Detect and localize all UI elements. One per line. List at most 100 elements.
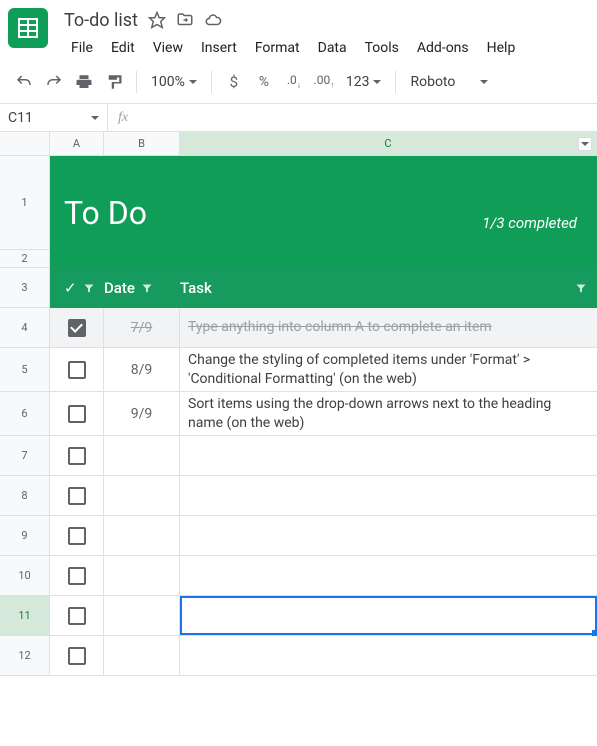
- decrease-decimal-button[interactable]: .0↓: [280, 68, 308, 96]
- date-header: Date: [104, 279, 135, 297]
- row-header-7[interactable]: 7: [0, 436, 50, 476]
- checkbox[interactable]: [68, 487, 86, 505]
- sheets-app-icon[interactable]: [8, 8, 48, 48]
- checkbox[interactable]: [68, 567, 86, 585]
- cell-check[interactable]: [50, 348, 104, 391]
- cell-date[interactable]: 8/9: [104, 348, 180, 391]
- filter-icon[interactable]: [83, 282, 95, 294]
- document-title[interactable]: To-do list: [64, 10, 138, 31]
- cell-check[interactable]: [50, 392, 104, 435]
- menu-add-ons[interactable]: Add-ons: [410, 36, 476, 60]
- cell-date[interactable]: [104, 556, 180, 595]
- cell-task[interactable]: [180, 436, 597, 475]
- row-header-5[interactable]: 5: [0, 348, 50, 392]
- format-currency-button[interactable]: $: [220, 68, 248, 96]
- checkbox[interactable]: [68, 319, 86, 337]
- row-header-1[interactable]: 1: [0, 156, 50, 250]
- checkbox[interactable]: [68, 447, 86, 465]
- cell-check[interactable]: [50, 556, 104, 595]
- menu-help[interactable]: Help: [480, 36, 523, 60]
- row-header-11[interactable]: 11: [0, 596, 50, 636]
- table-row: 7/9Type anything into column A to comple…: [50, 308, 597, 348]
- zoom-select[interactable]: 100%: [145, 74, 203, 90]
- font-select[interactable]: Roboto: [404, 74, 494, 90]
- cell-check[interactable]: [50, 636, 104, 675]
- sheet-title-cell[interactable]: To Do 1/3 completed: [50, 156, 597, 250]
- menu-data[interactable]: Data: [311, 36, 354, 60]
- table-row: [50, 516, 597, 556]
- row-header-10[interactable]: 10: [0, 556, 50, 596]
- increase-decimal-button[interactable]: .00↑: [310, 68, 338, 96]
- table-row: 9/9Sort items using the drop-down arrows…: [50, 392, 597, 436]
- checkbox[interactable]: [68, 361, 86, 379]
- column-header-a[interactable]: A: [50, 132, 104, 156]
- row-header-4[interactable]: 4: [0, 308, 50, 348]
- cell-check[interactable]: [50, 436, 104, 475]
- checkbox[interactable]: [68, 405, 86, 423]
- cell-task[interactable]: [180, 516, 597, 555]
- row-header-6[interactable]: 6: [0, 392, 50, 436]
- name-box[interactable]: C11: [0, 104, 108, 131]
- table-header-row: ✓ Date Task: [50, 268, 597, 308]
- cell-task[interactable]: Change the styling of completed items un…: [180, 348, 597, 391]
- column-header-b[interactable]: B: [104, 132, 180, 156]
- menubar: FileEditViewInsertFormatDataToolsAdd-ons…: [64, 36, 589, 60]
- row-header-8[interactable]: 8: [0, 476, 50, 516]
- filter-icon[interactable]: [141, 282, 153, 294]
- move-folder-icon[interactable]: [176, 11, 194, 29]
- cloud-status-icon[interactable]: [204, 11, 222, 29]
- row-header-12[interactable]: 12: [0, 636, 50, 676]
- menu-insert[interactable]: Insert: [194, 36, 244, 60]
- completed-count: 1/3 completed: [482, 214, 577, 232]
- toolbar: 100% $ % .0↓ .00↑ 123 Roboto: [0, 60, 597, 104]
- menu-tools[interactable]: Tools: [358, 36, 406, 60]
- cell-date[interactable]: [104, 516, 180, 555]
- cell-task[interactable]: [180, 596, 597, 635]
- spacer-row[interactable]: [50, 250, 597, 268]
- formula-bar[interactable]: [138, 104, 597, 131]
- menu-view[interactable]: View: [146, 36, 190, 60]
- fx-icon: fx: [108, 110, 138, 126]
- check-header: ✓: [64, 279, 77, 297]
- checkbox[interactable]: [68, 527, 86, 545]
- cell-date[interactable]: [104, 476, 180, 515]
- cell-task[interactable]: [180, 636, 597, 675]
- table-row: [50, 596, 597, 636]
- row-header-2[interactable]: 2: [0, 250, 50, 268]
- star-icon[interactable]: [148, 11, 166, 29]
- cell-date[interactable]: [104, 596, 180, 635]
- checkbox[interactable]: [68, 647, 86, 665]
- table-row: [50, 556, 597, 596]
- cell-date[interactable]: 7/9: [104, 308, 180, 347]
- cell-check[interactable]: [50, 596, 104, 635]
- menu-edit[interactable]: Edit: [104, 36, 142, 60]
- cell-task[interactable]: [180, 556, 597, 595]
- menu-file[interactable]: File: [64, 36, 100, 60]
- cell-check[interactable]: [50, 516, 104, 555]
- paint-format-button[interactable]: [100, 68, 128, 96]
- redo-button[interactable]: [40, 68, 68, 96]
- filter-icon[interactable]: [575, 282, 587, 294]
- cell-task[interactable]: Type anything into column A to complete …: [180, 308, 597, 347]
- table-row: [50, 476, 597, 516]
- column-dropdown-icon[interactable]: [578, 137, 592, 151]
- row-header-3[interactable]: 3: [0, 268, 50, 308]
- cell-task[interactable]: [180, 476, 597, 515]
- cell-check[interactable]: [50, 476, 104, 515]
- row-header-9[interactable]: 9: [0, 516, 50, 556]
- cell-check[interactable]: [50, 308, 104, 347]
- cell-task[interactable]: Sort items using the drop-down arrows ne…: [180, 392, 597, 435]
- table-row: [50, 436, 597, 476]
- undo-button[interactable]: [10, 68, 38, 96]
- format-percent-button[interactable]: %: [250, 68, 278, 96]
- cell-date[interactable]: 9/9: [104, 392, 180, 435]
- cell-date[interactable]: [104, 636, 180, 675]
- menu-format[interactable]: Format: [248, 36, 307, 60]
- table-row: 8/9Change the styling of completed items…: [50, 348, 597, 392]
- checkbox[interactable]: [68, 607, 86, 625]
- select-all-corner[interactable]: [0, 132, 50, 156]
- print-button[interactable]: [70, 68, 98, 96]
- column-header-c[interactable]: C: [180, 132, 597, 156]
- cell-date[interactable]: [104, 436, 180, 475]
- number-format-select[interactable]: 123: [340, 74, 388, 90]
